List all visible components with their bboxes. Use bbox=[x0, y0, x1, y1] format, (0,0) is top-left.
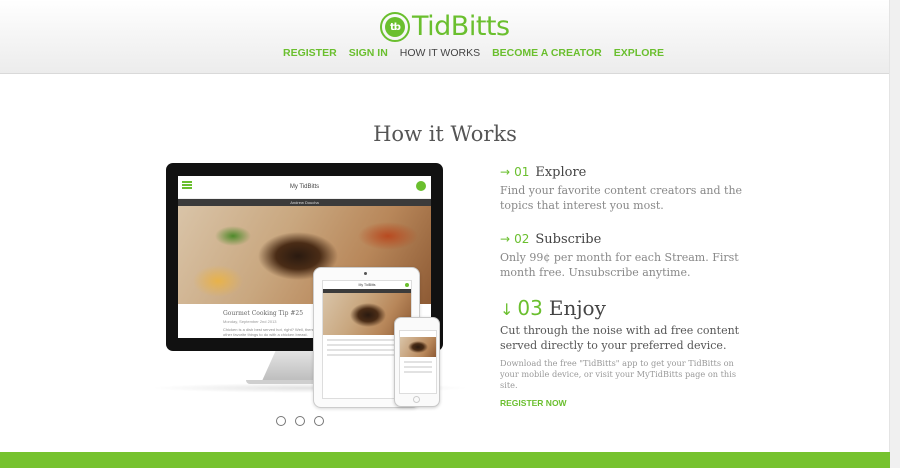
nav-how-it-works[interactable]: HOW IT WORKS bbox=[400, 47, 480, 59]
page-scrollbar[interactable] bbox=[889, 0, 900, 468]
step-number: 02 bbox=[514, 232, 530, 246]
hamburger-menu-icon bbox=[182, 181, 192, 189]
iphone-food-photo bbox=[400, 337, 436, 357]
iphone-device-image bbox=[394, 317, 440, 407]
nav-explore[interactable]: EXPLORE bbox=[614, 47, 664, 59]
nav-become-a-creator[interactable]: BECOME A CREATOR bbox=[492, 47, 602, 59]
step-title: Explore bbox=[535, 165, 587, 180]
ipad-logo-icon bbox=[405, 283, 409, 287]
ipad-camera bbox=[364, 272, 367, 275]
carousel-dots bbox=[276, 416, 324, 426]
logo-badge-icon: tb bbox=[380, 12, 410, 42]
post-text: Chicken is a dish best served hot, right… bbox=[223, 327, 321, 337]
author-bar: Andrew Doucha bbox=[178, 199, 431, 206]
app-header: My TidBitts bbox=[178, 176, 431, 199]
iphone-text-lines bbox=[404, 361, 432, 373]
arrow-down-icon: ↓ bbox=[500, 300, 514, 319]
tidbitts-logo[interactable]: tb TidBitts bbox=[380, 10, 510, 44]
main-nav: REGISTER SIGN IN HOW IT WORKS BECOME A C… bbox=[283, 47, 676, 59]
home-button-icon bbox=[413, 396, 420, 403]
step-explore: → 01 Explore Find your favorite content … bbox=[500, 165, 770, 213]
page-title: How it Works bbox=[373, 122, 517, 147]
step-description: Find your favorite content creators and … bbox=[500, 184, 743, 212]
step-subscribe: → 02 Subscribe Only 99¢ per month for ea… bbox=[500, 232, 770, 280]
step-number: 01 bbox=[514, 165, 530, 179]
logo-wordmark: TidBitts bbox=[412, 11, 510, 42]
footer-bar bbox=[0, 452, 890, 468]
carousel-dot[interactable] bbox=[295, 416, 305, 426]
step-title: Enjoy bbox=[548, 296, 606, 320]
step-description: Only 99¢ per month for each Stream. Firs… bbox=[500, 251, 739, 279]
step-enjoy: ↓ 03 Enjoy Cut through the noise with ad… bbox=[500, 296, 770, 408]
nav-register[interactable]: REGISTER bbox=[283, 47, 337, 59]
ipad-app-header: My TidBitts bbox=[323, 281, 411, 289]
carousel-dot[interactable] bbox=[276, 416, 286, 426]
iphone-screen bbox=[399, 330, 437, 394]
arrow-right-icon: → bbox=[500, 165, 511, 179]
step-description: Cut through the noise with ad free conte… bbox=[500, 324, 740, 352]
app-logo-icon bbox=[416, 181, 426, 191]
site-header: tb TidBitts REGISTER SIGN IN HOW IT WORK… bbox=[0, 0, 900, 74]
register-now-link[interactable]: REGISTER NOW bbox=[500, 398, 770, 408]
carousel-dot[interactable] bbox=[314, 416, 324, 426]
nav-sign-in[interactable]: SIGN IN bbox=[349, 47, 388, 59]
ipad-app-title: My TidBitts bbox=[358, 283, 376, 287]
step-number: 03 bbox=[517, 296, 543, 320]
app-title: My TidBitts bbox=[289, 184, 320, 190]
download-note: Download the free "TidBitts" app to get … bbox=[500, 358, 737, 390]
arrow-right-icon: → bbox=[500, 232, 511, 246]
step-title: Subscribe bbox=[535, 232, 602, 247]
